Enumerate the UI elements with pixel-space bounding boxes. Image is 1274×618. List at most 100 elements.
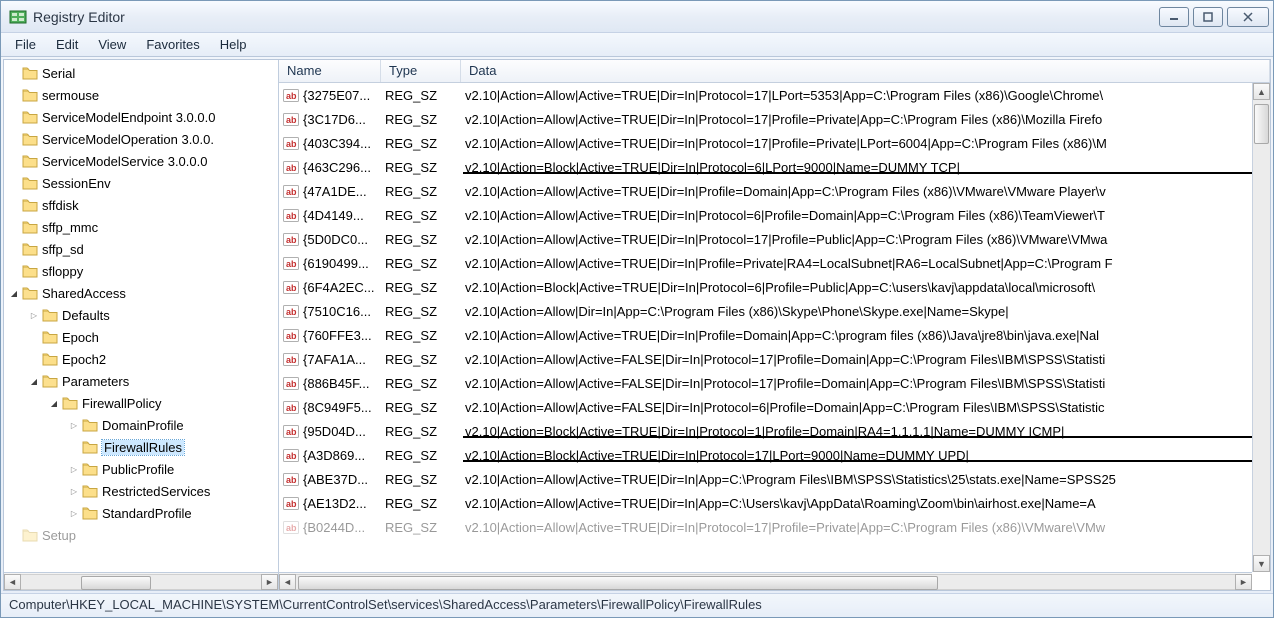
tree-item[interactable]: ▷ PublicProfile (4, 458, 278, 480)
tree-item[interactable]: sffp_mmc (4, 216, 278, 238)
value-name: {5D0DC0... (303, 232, 368, 247)
scroll-down-arrow[interactable]: ▼ (1253, 555, 1270, 572)
tree-item[interactable]: Epoch (4, 326, 278, 348)
expand-toggle-icon[interactable]: ▷ (68, 509, 80, 518)
expand-toggle-icon[interactable]: ▷ (28, 311, 40, 320)
tree-item-label: Epoch2 (62, 352, 106, 367)
tree-item[interactable]: Epoch2 (4, 348, 278, 370)
value-data-cell: v2.10|Action=Allow|Active=TRUE|Dir=In|Pr… (461, 184, 1270, 199)
tree-item[interactable]: sffdisk (4, 194, 278, 216)
folder-icon (22, 264, 38, 278)
list-row[interactable]: ab {3275E07...REG_SZv2.10|Action=Allow|A… (279, 83, 1270, 107)
list-view[interactable]: ab {3275E07...REG_SZv2.10|Action=Allow|A… (279, 83, 1270, 590)
string-value-icon: ab (283, 375, 299, 391)
tree-item[interactable]: ◢ Parameters (4, 370, 278, 392)
tree-view[interactable]: Serial sermouse ServiceModelEndpoint 3.0… (4, 60, 278, 572)
list-row[interactable]: ab {B0244D...REG_SZv2.10|Action=Allow|Ac… (279, 515, 1270, 539)
list-panel: Name Type Data ab {3275E07...REG_SZv2.10… (279, 60, 1270, 590)
menu-favorites[interactable]: Favorites (136, 35, 209, 54)
scroll-thumb[interactable] (298, 576, 938, 590)
list-row[interactable]: ab {3C17D6...REG_SZv2.10|Action=Allow|Ac… (279, 107, 1270, 131)
svg-text:ab: ab (286, 475, 297, 485)
scroll-thumb[interactable] (81, 576, 151, 590)
tree-item[interactable]: ServiceModelEndpoint 3.0.0.0 (4, 106, 278, 128)
value-data-cell: v2.10|Action=Allow|Dir=In|App=C:\Program… (461, 304, 1270, 319)
list-row[interactable]: ab {A3D869...REG_SZv2.10|Action=Block|Ac… (279, 443, 1270, 467)
value-type-cell: REG_SZ (381, 448, 461, 463)
scroll-right-arrow[interactable]: ► (261, 574, 278, 590)
list-row[interactable]: ab {760FFE3...REG_SZv2.10|Action=Allow|A… (279, 323, 1270, 347)
list-row[interactable]: ab {95D04D...REG_SZv2.10|Action=Block|Ac… (279, 419, 1270, 443)
list-row[interactable]: ab {403C394...REG_SZv2.10|Action=Allow|A… (279, 131, 1270, 155)
list-row[interactable]: ab {4D4149...REG_SZv2.10|Action=Allow|Ac… (279, 203, 1270, 227)
list-row[interactable]: ab {886B45F...REG_SZv2.10|Action=Allow|A… (279, 371, 1270, 395)
expand-toggle-icon[interactable]: ◢ (48, 399, 60, 408)
tree-item-label: FirewallPolicy (82, 396, 161, 411)
tree-item[interactable]: Serial (4, 62, 278, 84)
list-horizontal-scrollbar[interactable]: ◄ ► (279, 572, 1252, 590)
list-row[interactable]: ab {6190499...REG_SZv2.10|Action=Allow|A… (279, 251, 1270, 275)
list-vertical-scrollbar[interactable]: ▲ ▼ (1252, 83, 1270, 572)
tree-item[interactable]: ◢ FirewallPolicy (4, 392, 278, 414)
tree-item[interactable]: ServiceModelService 3.0.0.0 (4, 150, 278, 172)
tree-item[interactable]: sfloppy (4, 260, 278, 282)
value-type-cell: REG_SZ (381, 208, 461, 223)
scroll-track[interactable] (21, 574, 261, 590)
tree-item[interactable]: FirewallRules (4, 436, 278, 458)
expand-toggle-icon[interactable]: ▷ (68, 465, 80, 474)
tree-item[interactable]: ▷ RestrictedServices (4, 480, 278, 502)
menu-edit[interactable]: Edit (46, 35, 88, 54)
scroll-right-arrow[interactable]: ► (1235, 574, 1252, 590)
menu-help[interactable]: Help (210, 35, 257, 54)
close-button[interactable] (1227, 7, 1269, 27)
list-row[interactable]: ab {8C949F5...REG_SZv2.10|Action=Allow|A… (279, 395, 1270, 419)
folder-icon (22, 88, 38, 102)
tree-item[interactable]: SessionEnv (4, 172, 278, 194)
tree-item[interactable]: sffp_sd (4, 238, 278, 260)
value-name: {463C296... (303, 160, 371, 175)
content-area: Serial sermouse ServiceModelEndpoint 3.0… (3, 59, 1271, 591)
tree-item[interactable]: ▷ Defaults (4, 304, 278, 326)
list-row[interactable]: ab {7510C16...REG_SZv2.10|Action=Allow|D… (279, 299, 1270, 323)
folder-icon (82, 506, 98, 520)
scroll-track[interactable] (1253, 100, 1270, 555)
maximize-button[interactable] (1193, 7, 1223, 27)
expand-toggle-icon[interactable]: ◢ (28, 377, 40, 386)
column-header-name[interactable]: Name (279, 60, 381, 82)
titlebar[interactable]: Registry Editor (1, 1, 1273, 33)
scroll-track[interactable] (296, 574, 1235, 590)
scroll-left-arrow[interactable]: ◄ (4, 574, 21, 590)
expand-toggle-icon[interactable]: ▷ (68, 421, 80, 430)
scroll-thumb[interactable] (1254, 104, 1269, 144)
tree-item[interactable]: ▷ DomainProfile (4, 414, 278, 436)
expand-toggle-icon[interactable]: ◢ (8, 289, 20, 298)
expand-toggle-icon[interactable]: ▷ (68, 487, 80, 496)
tree-item[interactable]: ▷ StandardProfile (4, 502, 278, 524)
list-row[interactable]: ab {AE13D2...REG_SZv2.10|Action=Allow|Ac… (279, 491, 1270, 515)
list-row[interactable]: ab {7AFA1A...REG_SZv2.10|Action=Allow|Ac… (279, 347, 1270, 371)
value-name-cell: ab {7AFA1A... (279, 351, 381, 367)
tree-item[interactable]: ServiceModelOperation 3.0.0. (4, 128, 278, 150)
tree-item-label: FirewallRules (102, 440, 184, 455)
menu-file[interactable]: File (5, 35, 46, 54)
svg-text:ab: ab (286, 403, 297, 413)
column-header-data[interactable]: Data (461, 60, 1270, 82)
list-header[interactable]: Name Type Data (279, 60, 1270, 83)
scroll-left-arrow[interactable]: ◄ (279, 574, 296, 590)
tree-item[interactable]: sermouse (4, 84, 278, 106)
tree-horizontal-scrollbar[interactable]: ◄ ► (4, 572, 278, 590)
tree-item[interactable]: Setup (4, 524, 278, 546)
tree-item-label: SessionEnv (42, 176, 111, 191)
menu-view[interactable]: View (88, 35, 136, 54)
list-row[interactable]: ab {ABE37D...REG_SZv2.10|Action=Allow|Ac… (279, 467, 1270, 491)
list-row[interactable]: ab {5D0DC0...REG_SZv2.10|Action=Allow|Ac… (279, 227, 1270, 251)
list-row[interactable]: ab {47A1DE...REG_SZv2.10|Action=Allow|Ac… (279, 179, 1270, 203)
column-header-type[interactable]: Type (381, 60, 461, 82)
svg-text:ab: ab (286, 91, 297, 101)
folder-icon (62, 396, 78, 410)
tree-item[interactable]: ◢ SharedAccess (4, 282, 278, 304)
list-row[interactable]: ab {463C296...REG_SZv2.10|Action=Block|A… (279, 155, 1270, 179)
list-row[interactable]: ab {6F4A2EC...REG_SZv2.10|Action=Block|A… (279, 275, 1270, 299)
minimize-button[interactable] (1159, 7, 1189, 27)
scroll-up-arrow[interactable]: ▲ (1253, 83, 1270, 100)
